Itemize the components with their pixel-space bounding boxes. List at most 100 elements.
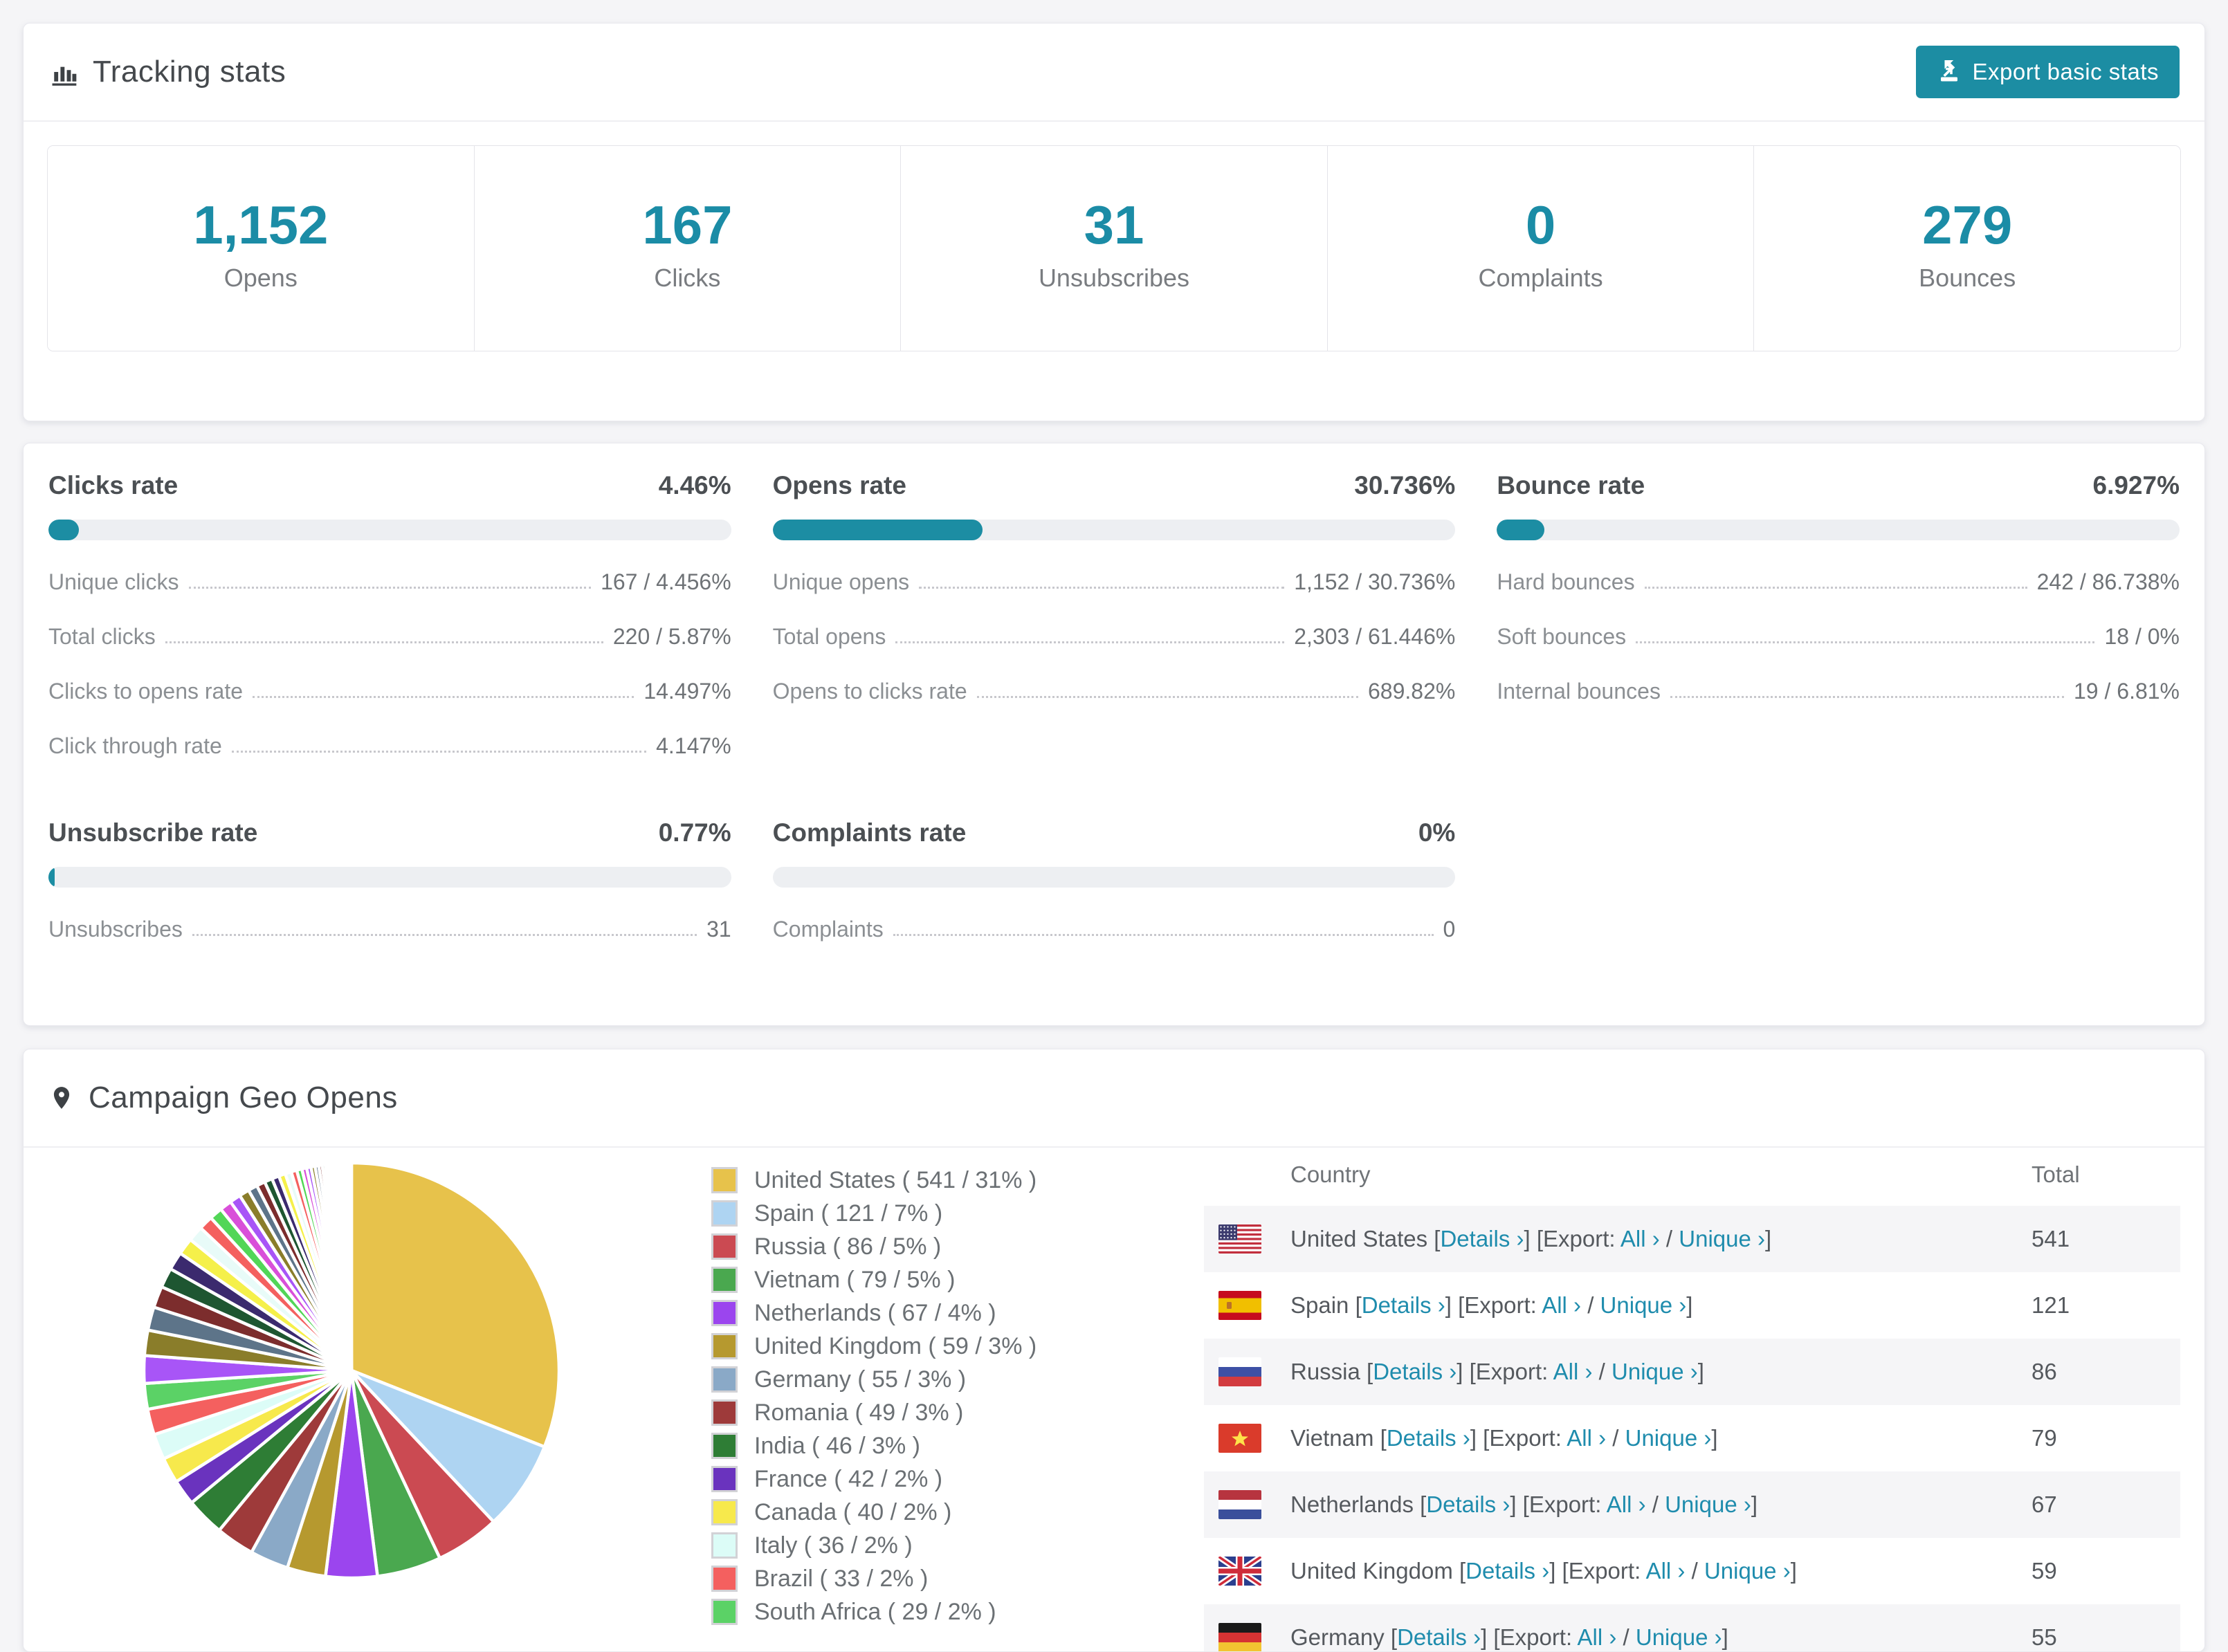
country-cell: Netherlands [Details ›] [Export: All › /… <box>1290 1491 1757 1517</box>
rate-row-label: Unique opens <box>772 569 910 594</box>
country-name: Spain <box>1290 1292 1349 1318</box>
country-cell: Germany [Details ›] [Export: All › / Uni… <box>1290 1624 1728 1650</box>
country-cell: Vietnam [Details ›] [Export: All › / Uni… <box>1290 1424 1718 1451</box>
legend-label: Brazil ( 33 / 2% ) <box>754 1565 929 1592</box>
export-all-link[interactable]: All › <box>1553 1359 1593 1384</box>
stat-box-opens: 1,152 Opens <box>48 146 475 351</box>
details-link[interactable]: Details › <box>1465 1558 1549 1584</box>
export-all-link[interactable]: All › <box>1620 1226 1660 1251</box>
rate-row-value: 242 / 86.738% <box>2036 569 2180 594</box>
rate-row: Clicks to opens rate 14.497% <box>48 679 731 704</box>
rate-section-bounce: Bounce rate 6.927% Hard bounces 242 / 86.73… <box>1497 471 2180 759</box>
country-cell: Russia [Details ›] [Export: All › / Uniq… <box>1290 1358 1704 1384</box>
details-link[interactable]: Details › <box>1397 1624 1481 1650</box>
details-link[interactable]: Details › <box>1440 1226 1524 1251</box>
rate-row-value: 2,303 / 61.446% <box>1294 623 1456 649</box>
geo-table-column: Country Total United States [Details ›] … <box>1204 1149 2180 1651</box>
rate-row-label: Click through rate <box>48 733 222 758</box>
details-link[interactable]: Details › <box>1362 1292 1445 1318</box>
export-basic-stats-label: Export basic stats <box>1972 59 2159 84</box>
country-name: Germany <box>1290 1624 1385 1650</box>
details-link[interactable]: Details › <box>1426 1492 1510 1517</box>
stat-box-unsubscribes: 31 Unsubscribes <box>901 146 1328 351</box>
export-unique-link[interactable]: Unique › <box>1611 1359 1698 1384</box>
rate-row-value: 1,152 / 30.736% <box>1294 569 1456 594</box>
legend-item: Italy ( 36 / 2% ) <box>711 1532 1196 1559</box>
rate-rows: Unique opens 1,152 / 30.736% Total opens 2,… <box>773 569 1456 704</box>
legend-item: Vietnam ( 79 / 5% ) <box>711 1267 1196 1294</box>
export-all-link[interactable]: All › <box>1542 1292 1581 1318</box>
flag-nl-icon <box>1218 1489 1261 1519</box>
export-unique-link[interactable]: Unique › <box>1679 1226 1765 1251</box>
rate-title: Clicks rate <box>48 470 179 499</box>
legend-item: United States ( 541 / 31% ) <box>711 1167 1196 1194</box>
rate-rows: Complaints 0 <box>773 917 1456 942</box>
table-row: Germany [Details ›] [Export: All › / Uni… <box>1204 1604 2180 1651</box>
legend-label: Russia ( 86 / 5% ) <box>754 1233 942 1260</box>
country-column-header: Country <box>1290 1161 1371 1187</box>
total-cell: 121 <box>2031 1292 2070 1318</box>
flag-gb-icon <box>1218 1556 1261 1586</box>
rate-row-value: 18 / 0% <box>2104 623 2180 649</box>
export-unique-link[interactable]: Unique › <box>1625 1425 1712 1451</box>
export-all-link[interactable]: All › <box>1578 1624 1617 1650</box>
legend-item: Spain ( 121 / 7% ) <box>711 1200 1196 1227</box>
country-cell: Spain [Details ›] [Export: All › / Uniqu… <box>1290 1292 1693 1318</box>
country-name: Russia <box>1290 1358 1360 1384</box>
rate-row-label: Internal bounces <box>1497 678 1661 704</box>
legend-item: Russia ( 86 / 5% ) <box>711 1233 1196 1260</box>
export-unique-link[interactable]: Unique › <box>1704 1558 1791 1584</box>
progress-bar-track <box>48 519 731 540</box>
legend-label: India ( 46 / 3% ) <box>754 1432 921 1459</box>
legend-label: United States ( 541 / 31% ) <box>754 1166 1037 1193</box>
export-unique-link[interactable]: Unique › <box>1665 1492 1751 1517</box>
table-row: Vietnam [Details ›] [Export: All › / Uni… <box>1204 1405 2180 1471</box>
rate-value: 0% <box>1418 818 1456 847</box>
rate-row-label: Unique clicks <box>48 569 179 594</box>
dotted-leader <box>976 695 1358 698</box>
rate-row-label: Hard bounces <box>1497 569 1635 594</box>
legend-label: France ( 42 / 2% ) <box>754 1465 943 1492</box>
dotted-leader <box>893 933 1434 936</box>
legend-label: Canada ( 40 / 2% ) <box>754 1498 952 1525</box>
rate-row-label: Total clicks <box>48 623 156 649</box>
dotted-leader <box>919 586 1285 589</box>
rate-row: Soft bounces 18 / 0% <box>1497 624 2180 650</box>
rate-title: Complaints rate <box>772 818 967 847</box>
geo-pie-chart[interactable] <box>137 1156 566 1585</box>
export-icon <box>1940 59 1957 82</box>
rate-row-value: 31 <box>706 916 731 942</box>
rate-head: Complaints rate 0% <box>773 818 1456 847</box>
rates-grid: Clicks rate 4.46% Unique clicks 167 / 4.456… <box>48 471 2180 942</box>
export-basic-stats-button[interactable]: Export basic stats <box>1915 46 2180 98</box>
rate-row: Opens to clicks rate 689.82% <box>773 679 1456 704</box>
export-all-link[interactable]: All › <box>1646 1558 1686 1584</box>
progress-bar-fill <box>1497 519 1544 540</box>
rate-section-unsubscribe: Unsubscribe rate 0.77% Unsubscribes 31 <box>48 818 731 942</box>
legend-label: Spain ( 121 / 7% ) <box>754 1200 943 1227</box>
rate-row: Internal bounces 19 / 6.81% <box>1497 679 2180 704</box>
rate-value: 4.46% <box>658 470 731 499</box>
table-row: Netherlands [Details ›] [Export: All › /… <box>1204 1471 2180 1538</box>
legend-item: Germany ( 55 / 3% ) <box>711 1366 1196 1393</box>
export-unique-link[interactable]: Unique › <box>1636 1624 1722 1650</box>
legend-swatch <box>711 1566 738 1593</box>
rate-head: Bounce rate 6.927% <box>1497 471 2180 500</box>
details-link[interactable]: Details › <box>1387 1425 1470 1451</box>
details-link[interactable]: Details › <box>1373 1359 1457 1384</box>
total-column-header: Total <box>2031 1161 2080 1187</box>
total-cell: 59 <box>2031 1557 2057 1584</box>
export-unique-link[interactable]: Unique › <box>1600 1292 1687 1318</box>
legend-label: United Kingdom ( 59 / 3% ) <box>754 1332 1037 1359</box>
total-cell: 67 <box>2031 1491 2057 1517</box>
rate-row: Hard bounces 242 / 86.738% <box>1497 569 2180 595</box>
campaign-geo-opens-card: Campaign Geo Opens United States ( 541 /… <box>23 1048 2205 1652</box>
tracking-stats-header: Tracking stats Export basic stats <box>24 24 2204 122</box>
rate-row: Unique opens 1,152 / 30.736% <box>773 569 1456 595</box>
export-all-link[interactable]: All › <box>1567 1425 1606 1451</box>
stat-box-clicks: 167 Clicks <box>474 146 902 351</box>
stat-value: 167 <box>642 194 733 255</box>
rates-card: Clicks rate 4.46% Unique clicks 167 / 4.456… <box>23 442 2205 1026</box>
export-all-link[interactable]: All › <box>1607 1492 1646 1517</box>
dotted-leader <box>1636 641 2095 643</box>
